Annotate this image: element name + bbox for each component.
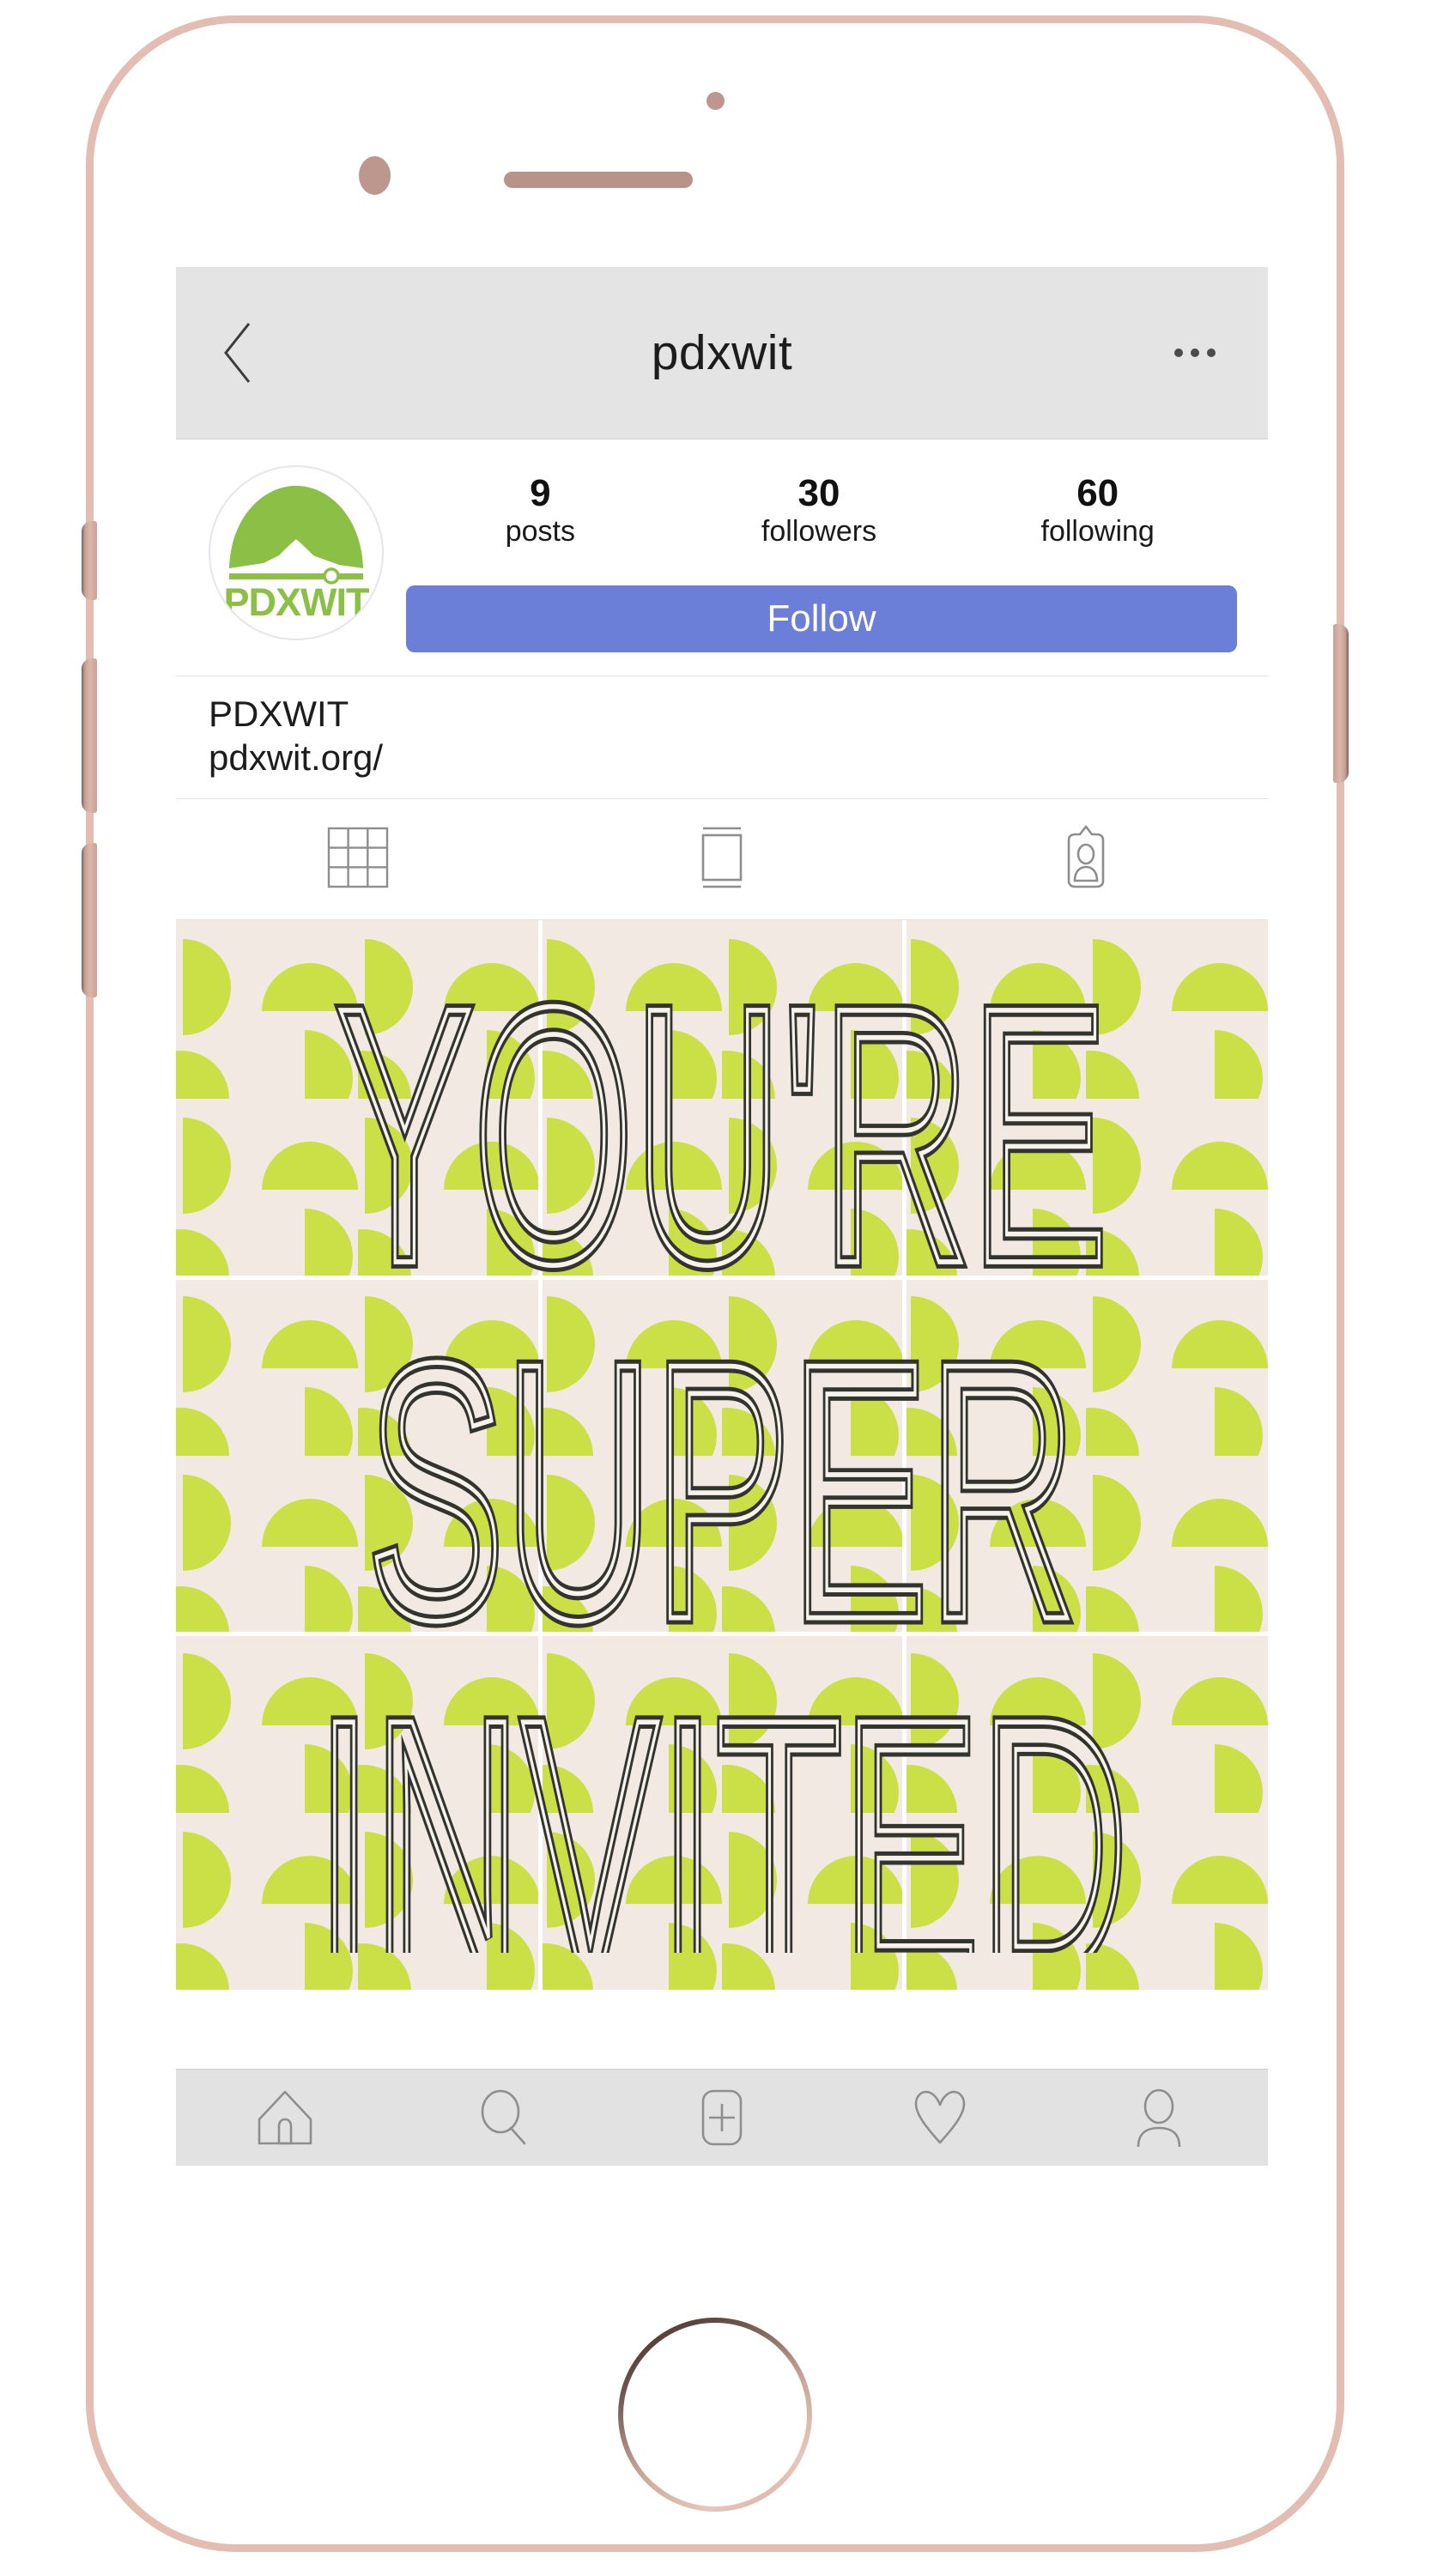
list-view-icon	[690, 824, 754, 895]
search-icon	[473, 2087, 535, 2149]
profile-tab-bar	[176, 799, 1268, 921]
ellipsis-icon-dot	[1174, 349, 1183, 357]
more-options-button[interactable]	[1169, 331, 1221, 374]
grid-icon	[326, 826, 390, 894]
tab-grid-view[interactable]	[176, 799, 540, 919]
app-bottom-nav	[176, 2069, 1268, 2166]
page-title: pdxwit	[651, 325, 793, 380]
post-artwork-pattern	[176, 920, 1268, 1991]
heart-icon	[909, 2088, 971, 2148]
tab-list-view[interactable]	[540, 799, 904, 919]
stat-posts[interactable]: 9 posts	[401, 472, 680, 550]
phone-mockup: pdxwit PDXWIT 9 posts 30 followers 60 fo…	[82, 15, 1349, 2552]
bottom-nav-activity[interactable]	[831, 2088, 1049, 2148]
home-button[interactable]	[618, 2318, 812, 2512]
profile-stats: 9 posts 30 followers 60 following	[401, 472, 1237, 550]
stat-following-label: following	[1040, 515, 1155, 549]
home-icon	[254, 2088, 316, 2147]
phone-screen: pdxwit PDXWIT 9 posts 30 followers 60 fo…	[176, 267, 1268, 2166]
stat-followers[interactable]: 30 followers	[680, 472, 959, 550]
earpiece-speaker	[504, 172, 693, 188]
stat-following-count: 60	[1076, 472, 1119, 514]
tab-tagged-view[interactable]	[904, 799, 1268, 919]
bottom-nav-add-post[interactable]	[613, 2087, 831, 2149]
home-button-inner	[623, 2323, 807, 2506]
bottom-nav-home[interactable]	[176, 2088, 394, 2147]
power-button[interactable]	[1333, 624, 1349, 783]
stat-posts-label: posts	[505, 515, 575, 549]
post-grid[interactable]: YOU'RE SUPER INVITED YOU'RE SUPER INVITE…	[176, 920, 1268, 1991]
profile-bio: PDXWIT pdxwit.org/	[176, 676, 1268, 800]
ellipsis-icon-dot	[1191, 349, 1199, 357]
volume-down-button[interactable]	[82, 843, 97, 997]
silent-switch[interactable]	[82, 521, 97, 600]
avatar[interactable]: PDXWIT	[209, 465, 384, 640]
front-camera-icon	[706, 92, 725, 110]
add-post-icon	[696, 2087, 748, 2149]
person-icon	[1130, 2087, 1188, 2149]
bottom-nav-profile[interactable]	[1050, 2087, 1268, 2149]
stat-following[interactable]: 60 following	[958, 472, 1237, 550]
svg-text:PDXWIT: PDXWIT	[224, 580, 370, 624]
profile-header: PDXWIT 9 posts 30 followers 60 following	[176, 439, 1268, 676]
stat-posts-count: 9	[530, 472, 551, 514]
proximity-sensor-icon	[359, 156, 391, 195]
stat-followers-count: 30	[797, 472, 840, 514]
bio-website-link[interactable]: pdxwit.org/	[209, 736, 1268, 779]
bio-display-name: PDXWIT	[209, 694, 349, 734]
ellipsis-icon-dot	[1207, 349, 1216, 357]
tagged-photos-icon	[1054, 824, 1118, 895]
volume-up-button[interactable]	[82, 658, 97, 813]
pdxwit-logo-avatar-icon: PDXWIT	[210, 467, 382, 639]
bottom-nav-search[interactable]	[394, 2087, 612, 2149]
follow-button[interactable]: Follow	[406, 585, 1237, 652]
stat-followers-label: followers	[761, 515, 877, 549]
app-navbar: pdxwit	[176, 267, 1268, 439]
